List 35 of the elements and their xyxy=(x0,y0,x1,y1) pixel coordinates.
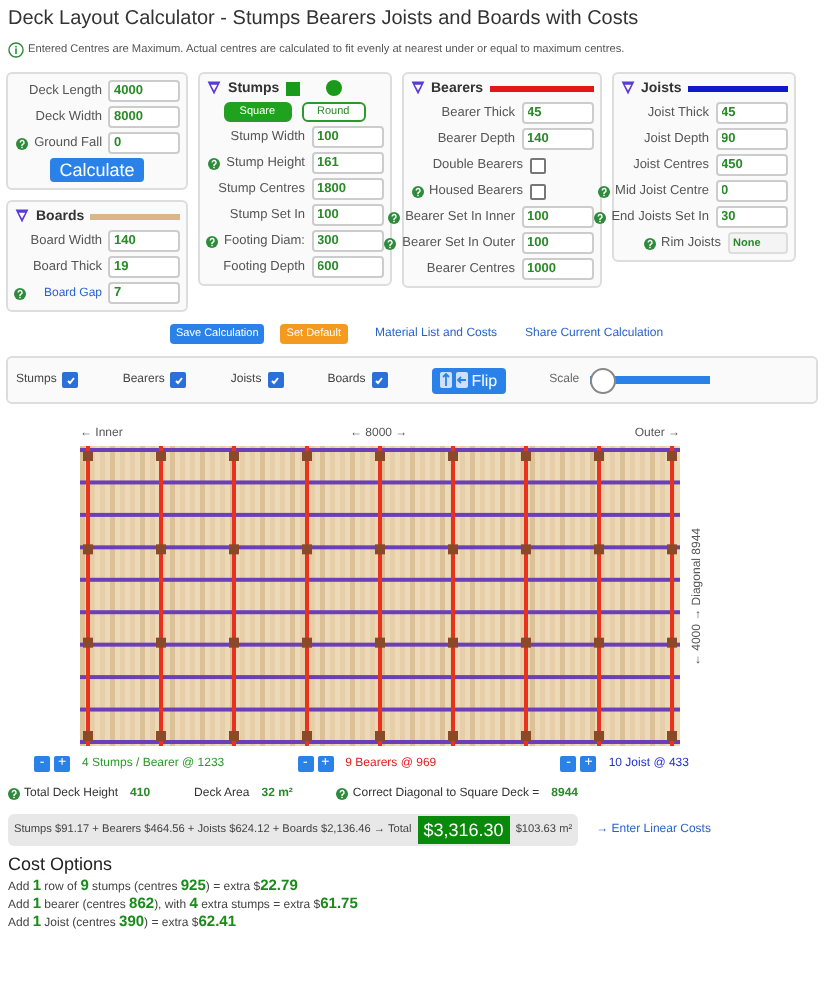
section-title: Cost Options xyxy=(6,852,115,876)
funnel-icon xyxy=(409,80,425,96)
help-icon[interactable] xyxy=(8,788,20,800)
help-icon[interactable] xyxy=(384,237,397,249)
help-icon[interactable] xyxy=(387,211,400,223)
help-icon[interactable] xyxy=(643,237,656,249)
calculate-button[interactable]: Calculate xyxy=(49,158,145,182)
joist-swatch xyxy=(687,85,787,91)
flip-icon xyxy=(439,372,468,388)
funnel-icon xyxy=(206,80,223,96)
help-icon[interactable] xyxy=(16,137,29,149)
board-swatch xyxy=(90,213,181,219)
help-icon[interactable] xyxy=(593,211,606,223)
circle-icon xyxy=(325,80,342,96)
help-icon[interactable] xyxy=(206,235,219,247)
checkbox[interactable] xyxy=(267,372,284,388)
checkbox[interactable] xyxy=(371,372,388,388)
slider-thumb[interactable] xyxy=(589,367,616,393)
checkbox[interactable] xyxy=(529,157,545,173)
checkbox[interactable] xyxy=(529,183,545,199)
funnel-icon xyxy=(14,208,30,224)
flip-button[interactable]: Flip xyxy=(431,367,506,393)
page-title: Deck Layout Calculator - Stumps Bearers Joists and Boards with Costs xyxy=(6,6,641,30)
help-icon[interactable] xyxy=(336,788,349,800)
funnel-icon xyxy=(619,80,635,96)
help-icon[interactable] xyxy=(597,185,610,197)
checkbox[interactable] xyxy=(170,372,187,388)
total-cost: $3,316.30 xyxy=(417,816,510,844)
help-icon[interactable] xyxy=(411,185,424,197)
help-icon[interactable] xyxy=(14,287,26,299)
info-icon xyxy=(8,42,24,58)
checkbox[interactable] xyxy=(62,372,79,388)
help-icon[interactable] xyxy=(208,157,221,169)
bearer-swatch xyxy=(489,85,593,91)
square-icon xyxy=(285,81,300,95)
